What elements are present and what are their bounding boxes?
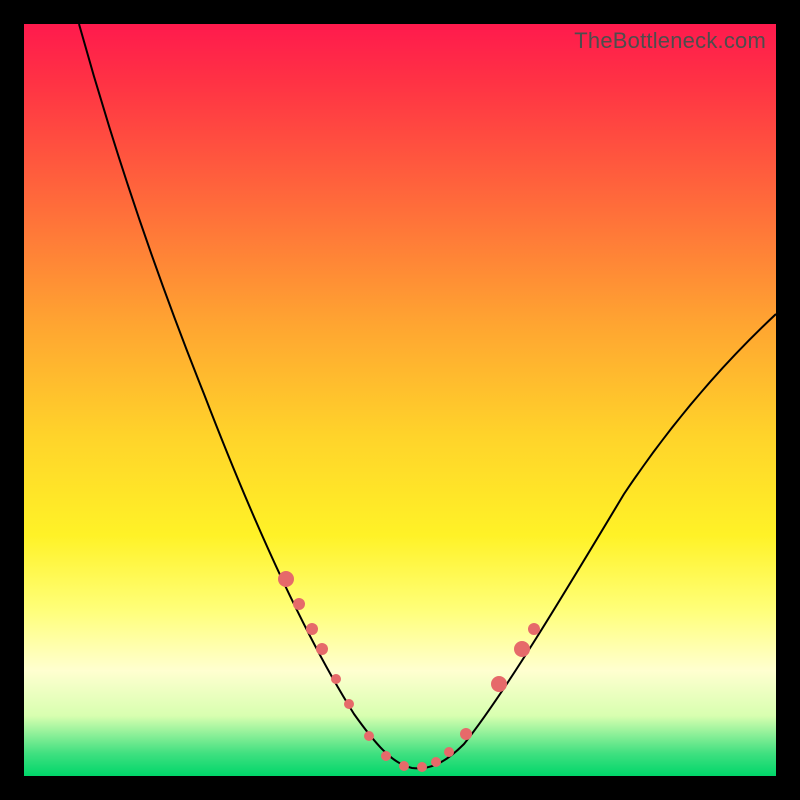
marker-dot xyxy=(444,747,454,757)
marker-dot xyxy=(306,623,318,635)
marker-dot xyxy=(431,757,441,767)
marker-dot xyxy=(331,674,341,684)
marker-dot xyxy=(417,762,427,772)
marker-dot xyxy=(399,761,409,771)
marker-dot xyxy=(278,571,294,587)
marker-dot xyxy=(344,699,354,709)
marker-dot xyxy=(293,598,305,610)
curve-markers xyxy=(278,571,540,772)
marker-dot xyxy=(364,731,374,741)
marker-dot xyxy=(514,641,530,657)
marker-dot xyxy=(528,623,540,635)
marker-dot xyxy=(381,751,391,761)
marker-dot xyxy=(460,728,472,740)
marker-dot xyxy=(491,676,507,692)
bottleneck-curve xyxy=(24,24,776,776)
marker-dot xyxy=(316,643,328,655)
curve-path xyxy=(79,24,776,768)
chart-area: TheBottleneck.com xyxy=(24,24,776,776)
